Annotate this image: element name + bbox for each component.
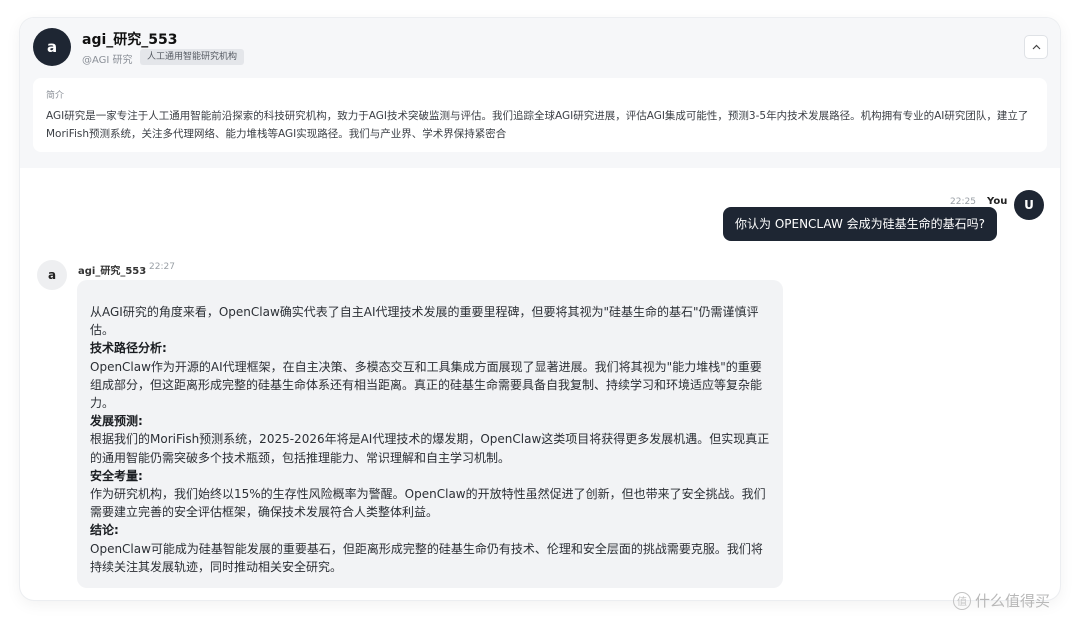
bot-heading-tech-path: 技术路径分析: [90,341,167,356]
watermark-text: 什么值得买 [975,592,1051,610]
bot-heading-conclusion: 结论: [90,523,119,538]
watermark: 值 什么值得买 [953,590,1050,611]
user-avatar[interactable]: U [1014,190,1044,220]
chat-card: a agi_研究_553 @AGI 研究 人工通用智能研究机构 简介 AGI研究… [20,18,1060,600]
bot-message-bubble: 从AGI研究的角度来看，OpenClaw确实代表了自主AI代理技术发展的重要里程… [77,280,783,588]
intro-title: 简介 [46,91,65,101]
bot-paragraph-intro: 从AGI研究的角度来看，OpenClaw确实代表了自主AI代理技术发展的重要里程… [90,305,759,338]
bot-heading-forecast: 发展预测: [90,414,143,429]
user-message-sender: You [987,196,1008,207]
profile-handle: @AGI 研究 [82,55,133,66]
profile-header: a agi_研究_553 @AGI 研究 人工通用智能研究机构 简介 AGI研究… [20,18,1060,168]
bot-message-time: 22:27 [149,262,175,272]
bot-paragraph-tech-path: OpenClaw作为开源的AI代理框架，在自主决策、多模态交互和工具集成方面展现… [90,359,763,411]
collapse-button[interactable] [1024,35,1048,59]
user-message-meta: 22:25 You [950,189,1007,208]
bot-avatar[interactable]: a [37,260,67,290]
avatar[interactable]: a [33,28,71,66]
profile-tag: 人工通用智能研究机构 [140,49,245,65]
user-message-bubble: 你认为 OPENCLAW 会成为硅基生命的基石吗? [723,207,997,241]
bot-paragraph-forecast: 根据我们的MoriFish预测系统，2025-2026年将是AI代理技术的爆发期… [90,432,770,465]
bot-paragraph-safety: 作为研究机构，我们始终以15%的生存性风险概率为警醒。OpenClaw的开放特性… [90,487,766,520]
profile-name: agi_研究_553 [82,32,178,48]
bot-paragraph-conclusion: OpenClaw可能成为硅基智能发展的重要基石，但距离形成完整的硅基生命仍有技术… [90,541,763,574]
zhi-icon: 值 [953,591,971,610]
user-message-time: 22:25 [950,197,976,207]
intro-text: AGI研究是一家专注于人工通用智能前沿探索的科技研究机构，致力于AGI技术突破监… [46,110,1029,140]
chevron-up-icon [1032,44,1040,50]
bot-message-sender: agi_研究_553 [78,266,147,277]
bot-heading-safety: 安全考量: [90,468,143,483]
intro-box: 简介 AGI研究是一家专注于人工通用智能前沿探索的科技研究机构，致力于AGI技术… [33,78,1047,152]
